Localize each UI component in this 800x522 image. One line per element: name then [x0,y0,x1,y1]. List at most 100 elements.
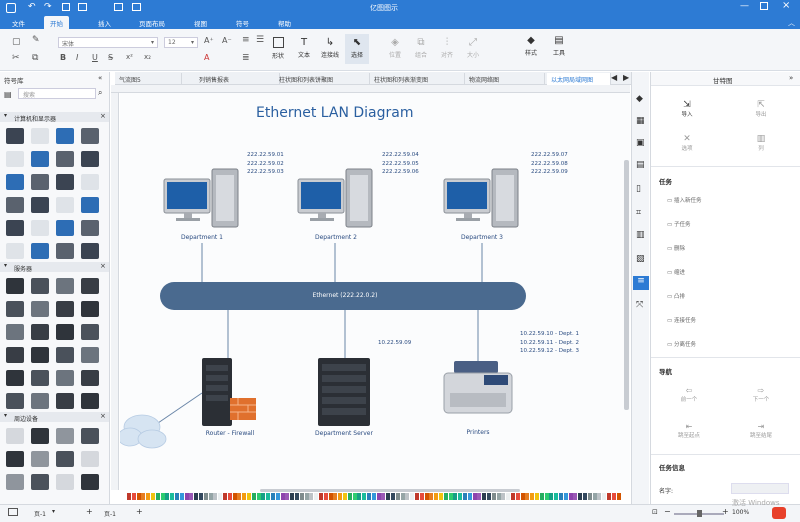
library-shape-thumbnail[interactable] [56,220,74,236]
color-swatch[interactable] [405,493,410,500]
page-view-icon[interactable] [8,508,18,516]
library-shape-thumbnail[interactable] [81,197,99,213]
color-swatch[interactable] [467,493,472,500]
color-swatch[interactable] [458,493,463,500]
library-shape-thumbnail[interactable] [56,174,74,190]
color-swatch[interactable] [391,493,395,500]
library-shape-thumbnail[interactable] [6,301,24,317]
indent-item[interactable]: ▭ 缩进 [667,268,685,276]
library-shape-thumbnail[interactable] [56,243,74,259]
color-swatch[interactable] [208,493,213,500]
library-shape-thumbnail[interactable] [81,278,99,294]
link-task-item[interactable]: ▭ 连接任务 [667,316,696,324]
library-shape-thumbnail[interactable] [6,428,24,444]
color-swatch[interactable] [602,493,607,500]
library-shape-thumbnail[interactable] [6,474,24,490]
library-shape-thumbnail[interactable] [31,428,49,444]
color-swatch[interactable] [232,493,237,500]
layers-icon[interactable]: ▤ [636,160,645,170]
color-swatch[interactable] [357,493,362,500]
section-peripherals[interactable]: 周边设备 [0,412,109,423]
library-shape-thumbnail[interactable] [81,474,99,490]
font-shrink-icon[interactable]: A⁻ [222,36,232,45]
menu-file[interactable]: 文件 [6,17,31,29]
color-swatch[interactable] [280,493,285,500]
next-button[interactable]: ⇨ 下一个 [741,386,781,403]
page-icon[interactable]: ▯ [636,184,641,194]
library-shape-thumbnail[interactable] [6,243,24,259]
font-family-select[interactable]: 宋体 ▾ [58,37,158,48]
close-button[interactable]: × [782,0,790,11]
color-swatch[interactable] [477,493,482,500]
color-swatch[interactable] [203,493,208,500]
tab-next-icon[interactable]: ▶ [623,73,629,82]
color-swatch[interactable] [448,493,453,500]
color-swatch[interactable] [194,493,199,500]
color-swatch[interactable] [189,493,194,500]
position-button[interactable]: ◈ 位置 [384,37,406,59]
task-name-input[interactable] [731,483,789,494]
strikethrough-icon[interactable]: S̶ [108,53,113,62]
color-swatch[interactable] [434,493,439,500]
export-button[interactable]: ⇱ 导出 [741,100,781,118]
color-swatch[interactable] [592,493,597,500]
library-shape-thumbnail[interactable] [31,393,49,409]
color-swatch[interactable] [151,493,155,500]
library-shape-thumbnail[interactable] [81,428,99,444]
library-shape-thumbnail[interactable] [56,301,74,317]
export-icon[interactable] [132,3,141,11]
columns-button[interactable]: ▥ 列 [741,134,781,152]
group-button[interactable]: ⧉ 组合 [410,37,432,59]
library-shape-thumbnail[interactable] [31,347,49,363]
library-shape-thumbnail[interactable] [6,324,24,340]
color-swatch[interactable] [525,493,530,500]
menu-view[interactable]: 视图 [188,17,213,29]
library-shape-thumbnail[interactable] [56,451,74,467]
collapse-panel-icon[interactable]: « [98,74,102,82]
search-input[interactable]: 搜索 [18,88,96,99]
ribbon-collapse-icon[interactable]: ︿ [788,18,795,28]
library-shape-thumbnail[interactable] [81,370,99,386]
section-close-icon[interactable]: × [100,262,106,270]
library-shape-thumbnail[interactable] [31,174,49,190]
color-swatch[interactable] [400,493,405,500]
grid-icon[interactable]: ▦ [636,116,645,126]
library-shape-thumbnail[interactable] [56,474,74,490]
color-swatch[interactable] [184,493,189,500]
table-icon[interactable]: ▥ [636,230,645,240]
font-color-icon[interactable]: A [204,53,209,62]
color-swatch[interactable] [256,493,261,500]
library-menu-icon[interactable]: ▤ [4,90,12,99]
page-indicator[interactable]: 页-1 [34,509,46,518]
chart-icon[interactable]: ⌗ [636,208,641,218]
color-swatch[interactable] [371,493,376,500]
copy-icon[interactable]: ⧉ [32,53,38,63]
unlink-task-item[interactable]: ▭ 分离任务 [667,340,696,348]
color-swatch[interactable] [424,493,429,500]
menu-home[interactable]: 开始 [44,16,69,29]
color-swatch[interactable] [271,493,275,500]
library-shape-thumbnail[interactable] [31,324,49,340]
color-swatch[interactable] [141,493,146,500]
color-swatch[interactable] [587,493,592,500]
color-swatch[interactable] [179,493,184,500]
section-computers[interactable]: 计算机和显示器 [0,112,109,123]
color-swatch[interactable] [136,493,141,500]
color-swatch[interactable] [544,493,549,500]
insert-task-item[interactable]: ▭ 插入新任务 [667,196,701,204]
color-swatch[interactable] [607,493,611,500]
library-shape-thumbnail[interactable] [31,128,49,144]
section-close-icon[interactable]: × [100,412,106,420]
save-icon[interactable] [62,3,70,11]
color-swatch[interactable] [395,493,400,500]
color-swatch[interactable] [578,493,583,500]
drawing-canvas[interactable]: Ethernet LAN Diagram 222.22.59.01 222.22… [120,93,630,490]
tab-doc-6[interactable]: 以太网局域网图 [547,73,611,85]
gantt-icon[interactable]: ≡ [633,276,649,290]
library-shape-thumbnail[interactable] [81,220,99,236]
library-shape-thumbnail[interactable] [31,474,49,490]
image-icon[interactable]: ▣ [636,138,645,148]
library-shape-thumbnail[interactable] [31,220,49,236]
underline-icon[interactable]: U [92,53,98,62]
list-icon[interactable]: ☰ [256,35,264,45]
